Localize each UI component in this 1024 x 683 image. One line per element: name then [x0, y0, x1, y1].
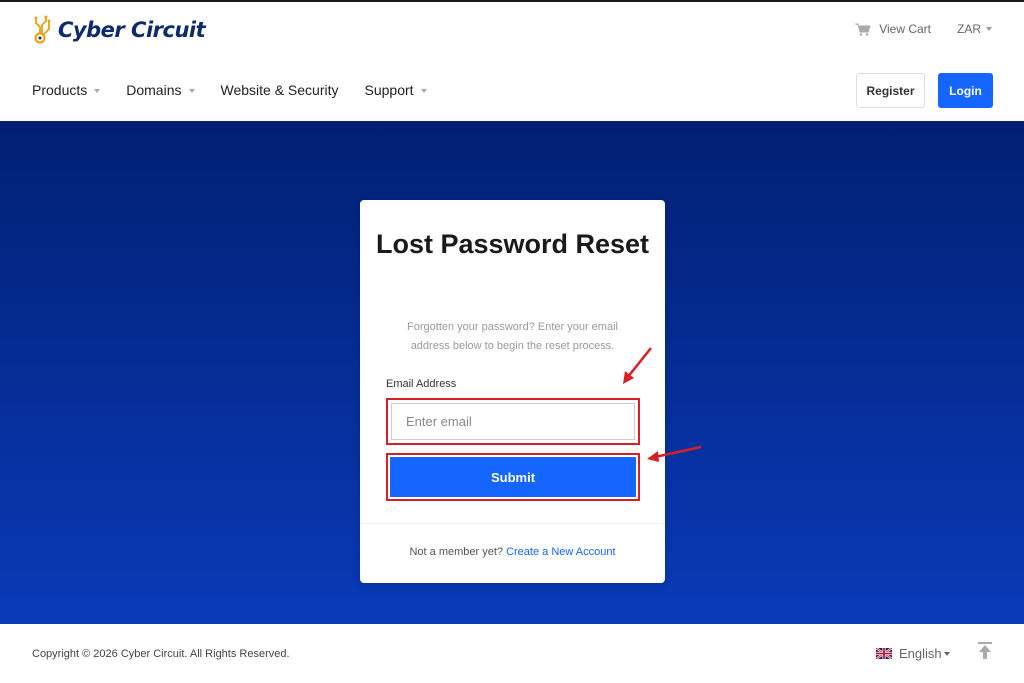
language-selector[interactable]: English: [876, 646, 950, 661]
view-cart-label: View Cart: [879, 22, 931, 36]
signup-prompt-text: Not a member yet?: [409, 546, 504, 558]
email-highlight-box: [386, 398, 640, 445]
login-button[interactable]: Login: [938, 73, 993, 108]
nav-products[interactable]: Products: [32, 82, 101, 98]
currency-selector[interactable]: ZAR: [957, 22, 992, 36]
divider: [360, 523, 665, 524]
nav-support[interactable]: Support: [365, 82, 427, 98]
chevron-down-icon: [94, 88, 101, 93]
language-label: English: [899, 646, 942, 661]
nav-products-label: Products: [32, 82, 88, 98]
signup-prompt: Not a member yet? Create a New Account: [360, 546, 665, 558]
chevron-down-icon: [943, 651, 950, 656]
chevron-down-icon: [420, 88, 427, 93]
site-footer: Copyright © 2026 Cyber Circuit. All Righ…: [0, 624, 1024, 683]
currency-label: ZAR: [957, 22, 981, 36]
brand-logo[interactable]: Cyber Circuit: [33, 14, 206, 46]
circuit-logo-icon: [34, 15, 51, 44]
copyright-text: Copyright © 2026 Cyber Circuit. All Righ…: [32, 648, 290, 660]
create-account-link[interactable]: Create a New Account: [506, 546, 615, 558]
site-header: Cyber Circuit View Cart ZAR Products Dom…: [0, 2, 1024, 121]
cart-icon: [855, 23, 871, 36]
nav-domains-label: Domains: [126, 82, 182, 98]
arrow-up-icon[interactable]: [978, 642, 992, 660]
top-utility-bar: View Cart ZAR: [855, 22, 992, 36]
reset-instructions: Forgotten your password? Enter your emai…: [407, 321, 618, 352]
annotation-arrow-icon: [647, 445, 702, 462]
brand-name: Cyber Circuit: [58, 18, 206, 42]
uk-flag-icon: [876, 648, 892, 659]
submit-highlight-box: Submit: [386, 453, 640, 501]
email-input[interactable]: [391, 403, 635, 440]
page-title: Lost Password Reset: [375, 229, 650, 259]
auth-buttons: Register Login: [856, 73, 993, 108]
chevron-down-icon: [188, 88, 195, 93]
chevron-down-icon: [986, 27, 992, 31]
view-cart-link[interactable]: View Cart: [855, 22, 931, 36]
register-button[interactable]: Register: [856, 73, 925, 108]
main-nav: Products Domains Website & Security Supp…: [32, 82, 453, 98]
nav-website-security[interactable]: Website & Security: [221, 82, 339, 98]
annotation-arrow-icon: [623, 347, 652, 384]
nav-support-label: Support: [364, 82, 414, 98]
password-reset-card: Lost Password Reset Forgotten your passw…: [360, 200, 665, 583]
nav-domains[interactable]: Domains: [126, 82, 195, 98]
nav-website-security-label: Website & Security: [220, 82, 339, 98]
submit-button[interactable]: Submit: [390, 457, 636, 497]
email-label: Email Address: [386, 378, 457, 390]
